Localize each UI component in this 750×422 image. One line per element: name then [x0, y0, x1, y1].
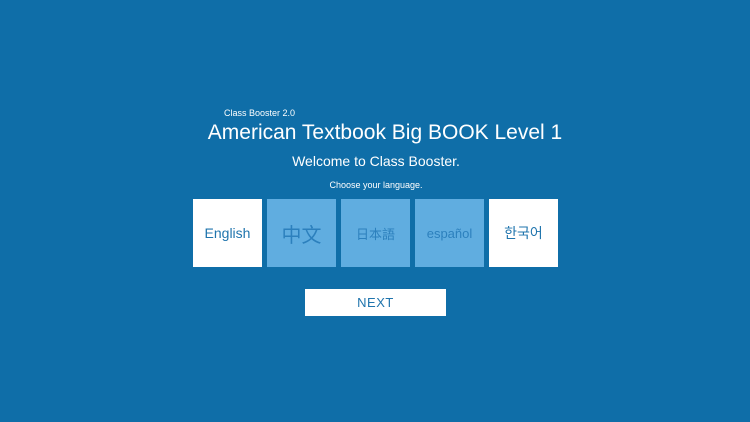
language-option-chinese[interactable]: 中文: [267, 199, 336, 267]
language-prompt: Choose your language.: [329, 180, 423, 190]
language-options: English 中文 日本語 español 한국어: [193, 199, 559, 268]
app-version-label: Class Booster 2.0: [224, 108, 296, 118]
textbook-title: American Textbook Big BOOK Level 1: [207, 121, 563, 144]
next-button[interactable]: NEXT: [305, 289, 446, 316]
language-selection-screen: Class Booster 2.0 American Textbook Big …: [0, 0, 750, 422]
language-option-english[interactable]: English: [193, 199, 262, 267]
language-option-japanese[interactable]: 日本語: [341, 199, 410, 267]
welcome-message: Welcome to Class Booster.: [292, 153, 460, 169]
language-option-spanish[interactable]: español: [415, 199, 484, 267]
language-option-korean[interactable]: 한국어: [489, 199, 558, 267]
